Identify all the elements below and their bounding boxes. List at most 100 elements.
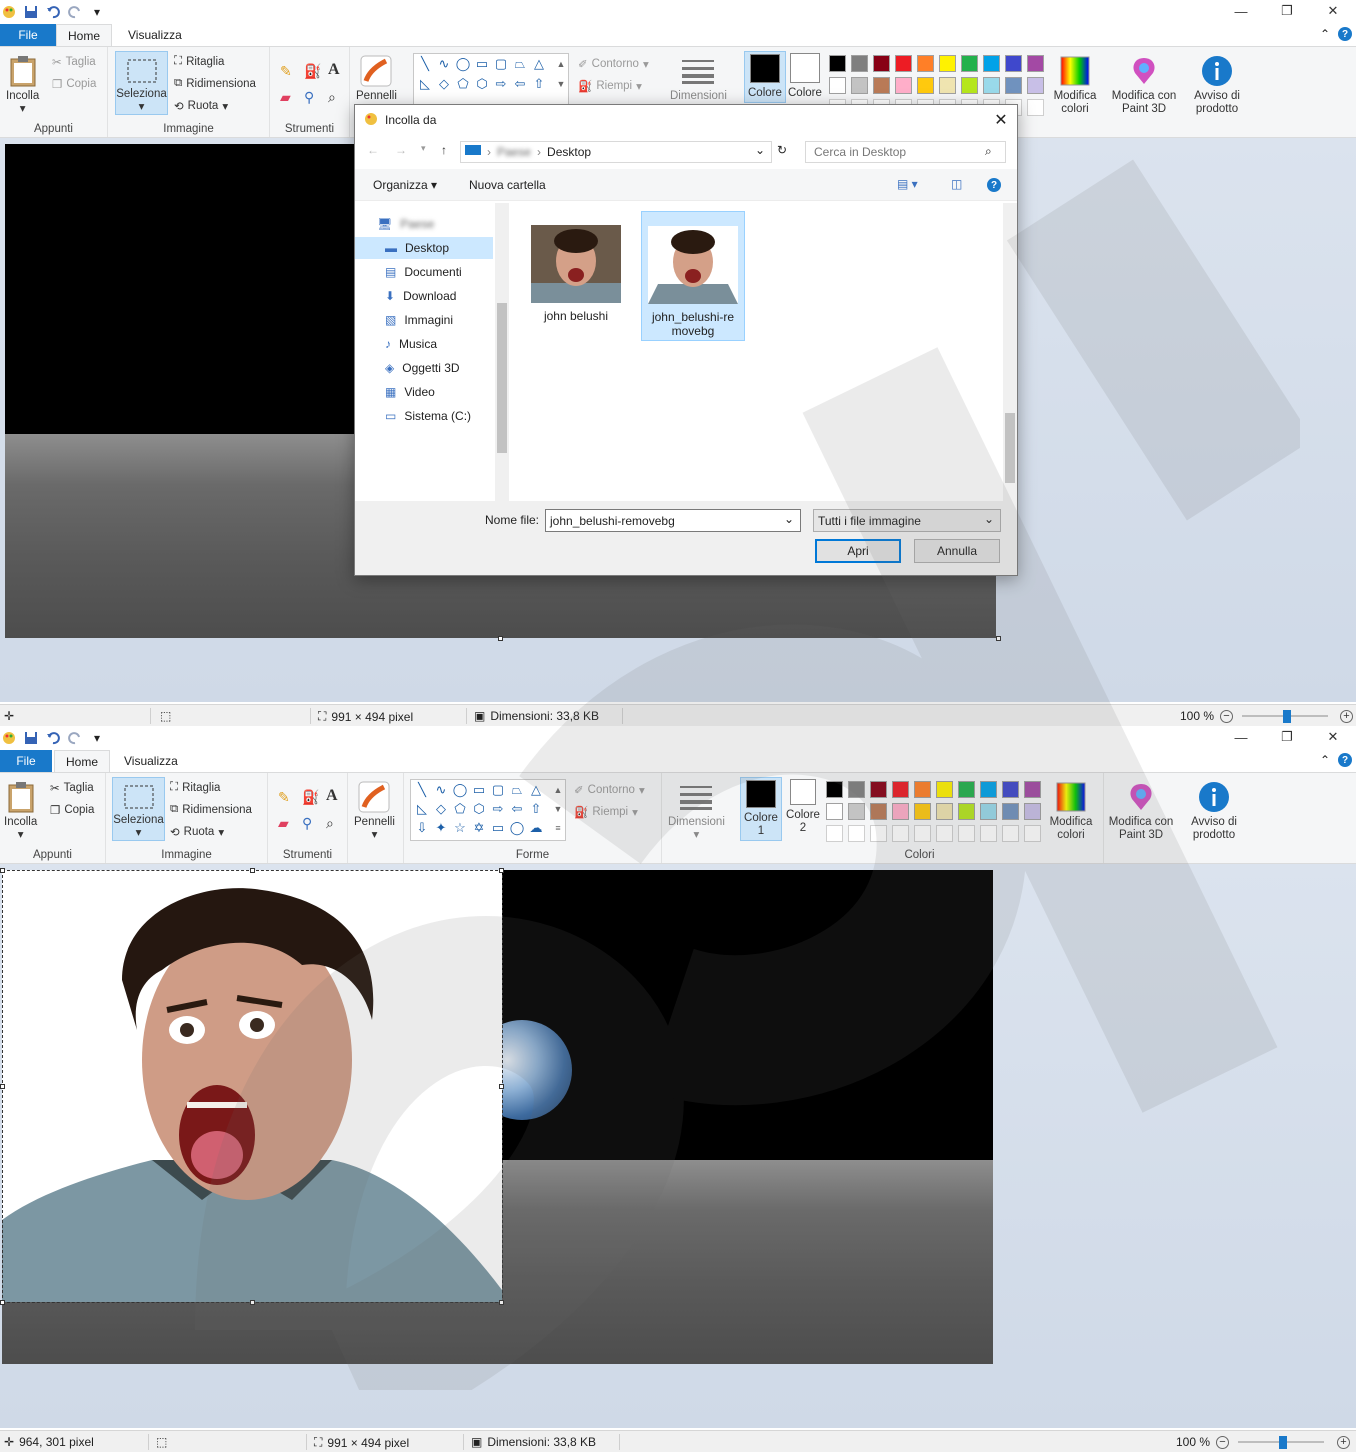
save-icon[interactable] — [22, 3, 40, 21]
palette-swatch[interactable] — [1024, 781, 1041, 798]
brushes-button[interactable]: Pennelli ▾ — [354, 781, 395, 842]
nav-item[interactable]: ▬ Desktop — [355, 237, 493, 259]
copy-button[interactable]: ❐ Copia — [52, 77, 96, 91]
palette-swatch[interactable] — [895, 77, 912, 94]
polygon-shape-icon[interactable]: ⏢ — [511, 56, 529, 72]
resize-button[interactable]: ⧉ Ridimensiona — [170, 803, 252, 816]
magnifier-icon[interactable]: ⌕ — [328, 89, 336, 106]
palette-swatch[interactable] — [917, 55, 934, 72]
four-point-star-shape-icon[interactable]: ✦ — [432, 820, 450, 836]
select-button[interactable]: Seleziona ▾ — [112, 777, 165, 841]
pentagon-shape-icon[interactable]: ⬠ — [454, 76, 472, 92]
palette-swatch[interactable] — [936, 825, 953, 842]
color2-button[interactable]: Colore — [788, 53, 822, 100]
address-parent[interactable]: Paese — [497, 145, 531, 159]
palette-swatch[interactable] — [848, 803, 865, 820]
palette-swatch[interactable] — [870, 825, 887, 842]
palette-swatch[interactable] — [892, 803, 909, 820]
polygon-shape-icon[interactable]: ⏢ — [508, 782, 526, 798]
close-button[interactable]: ✕ — [1310, 726, 1356, 748]
five-point-star-shape-icon[interactable]: ☆ — [451, 820, 469, 836]
product-alert-button[interactable]: Avviso di prodotto — [1185, 781, 1243, 842]
fill-bucket-icon[interactable]: ⛽ — [302, 789, 319, 806]
palette-swatch[interactable] — [980, 825, 997, 842]
diamond-shape-icon[interactable]: ◇ — [432, 801, 450, 817]
select-button[interactable]: Seleziona ▾ — [115, 51, 168, 115]
oval-shape-icon[interactable]: ◯ — [454, 56, 472, 72]
nav-item[interactable]: 🖥 Paese — [355, 213, 493, 235]
rectangle-shape-icon[interactable]: ▭ — [473, 56, 491, 72]
search-input[interactable]: Cerca in Desktop — [805, 141, 1006, 163]
tab-home[interactable]: Home — [56, 24, 112, 46]
eraser-icon[interactable]: ▰ — [278, 815, 289, 832]
tab-view[interactable]: Visualizza — [116, 24, 194, 46]
refresh-icon[interactable]: ↻ — [777, 143, 787, 157]
up-arrow-icon[interactable]: ↑ — [441, 143, 447, 157]
paint3d-button[interactable]: Modifica con Paint 3D — [1108, 55, 1180, 116]
zoom-slider-thumb[interactable] — [1283, 710, 1291, 723]
palette-swatch[interactable] — [939, 55, 956, 72]
text-tool-icon[interactable]: A — [328, 61, 340, 79]
palette-swatch[interactable] — [1027, 99, 1044, 116]
palette-swatch[interactable] — [1005, 77, 1022, 94]
triangle-shape-icon[interactable]: △ — [527, 782, 545, 798]
rotate-button[interactable]: ⟲ Ruota ▾ — [174, 99, 228, 113]
shapes-expand-icon[interactable]: ≡ — [549, 820, 567, 836]
zoom-slider-thumb[interactable] — [1279, 1436, 1287, 1449]
back-arrow-icon[interactable]: ← — [367, 143, 379, 157]
palette-swatch[interactable] — [848, 781, 865, 798]
palette-swatch[interactable] — [1002, 803, 1019, 820]
palette-swatch[interactable] — [1002, 781, 1019, 798]
redo-icon[interactable] — [66, 729, 84, 747]
selection-handle-right[interactable] — [499, 1084, 504, 1089]
edit-colors-button[interactable]: Modifica colori — [1046, 781, 1096, 842]
up-arrow-shape-icon[interactable]: ⇧ — [530, 76, 548, 92]
selection-handle-bottom-right[interactable] — [499, 1300, 504, 1305]
close-button[interactable]: ✕ — [1310, 0, 1356, 22]
rect-callout-shape-icon[interactable]: ▭ — [489, 820, 507, 836]
tab-view[interactable]: Visualizza — [112, 750, 190, 772]
tab-file[interactable]: File — [0, 750, 52, 772]
right-arrow-shape-icon[interactable]: ⇨ — [489, 801, 507, 817]
up-arrow-shape-icon[interactable]: ⇧ — [527, 801, 545, 817]
shapes-scroll-down-icon[interactable]: ▼ — [549, 801, 567, 817]
outline-button[interactable]: ✐ Contorno ▾ — [574, 783, 645, 797]
palette-swatch[interactable] — [958, 825, 975, 842]
organize-button[interactable]: Organizza ▾ — [373, 178, 437, 192]
palette-swatch[interactable] — [851, 55, 868, 72]
palette-swatch[interactable] — [1002, 825, 1019, 842]
six-point-star-shape-icon[interactable]: ✡ — [470, 820, 488, 836]
zoom-in-button[interactable]: + — [1337, 1436, 1350, 1449]
crop-button[interactable]: ⛶ Ritaglia — [174, 55, 224, 68]
nav-scrollbar[interactable] — [495, 203, 509, 501]
nav-item[interactable]: ▭ Sistema (C:) — [355, 405, 493, 427]
pencil-icon[interactable]: ✎ — [280, 63, 292, 80]
palette-swatch[interactable] — [914, 803, 931, 820]
palette-swatch[interactable] — [914, 781, 931, 798]
edit-colors-button[interactable]: Modifica colori — [1050, 55, 1100, 116]
color1-button[interactable]: Colore 1 — [740, 777, 782, 841]
palette-swatch[interactable] — [1024, 803, 1041, 820]
cancel-button[interactable]: Annulla — [914, 539, 1000, 563]
palette-swatch[interactable] — [892, 825, 909, 842]
palette-swatch[interactable] — [873, 55, 890, 72]
cloud-callout-shape-icon[interactable]: ☁ — [527, 820, 545, 836]
file-item-john-belushi-removebg[interactable]: john_belushi-re movebg — [641, 211, 745, 341]
forward-arrow-icon[interactable]: → — [395, 143, 407, 157]
right-arrow-shape-icon[interactable]: ⇨ — [492, 76, 510, 92]
dialog-help-icon[interactable]: ? — [987, 178, 1001, 192]
palette-swatch[interactable] — [1024, 825, 1041, 842]
crop-button[interactable]: ⛶ Ritaglia — [170, 781, 220, 794]
recent-locations-icon[interactable]: ▾ — [421, 143, 426, 154]
canvas-resize-handle-bottom[interactable] — [498, 636, 503, 641]
fill-bucket-icon[interactable]: ⛽ — [304, 63, 321, 80]
size-button[interactable]: Dimensioni ▾ — [668, 781, 725, 842]
save-icon[interactable] — [22, 729, 40, 747]
palette-swatch[interactable] — [829, 55, 846, 72]
canvas-area[interactable] — [0, 864, 1356, 1428]
cut-button[interactable]: ✂ Taglia — [52, 55, 96, 69]
line-shape-icon[interactable]: ╲ — [416, 56, 434, 72]
selection-handle-left[interactable] — [0, 1084, 5, 1089]
left-arrow-shape-icon[interactable]: ⇦ — [508, 801, 526, 817]
palette-swatch[interactable] — [892, 781, 909, 798]
